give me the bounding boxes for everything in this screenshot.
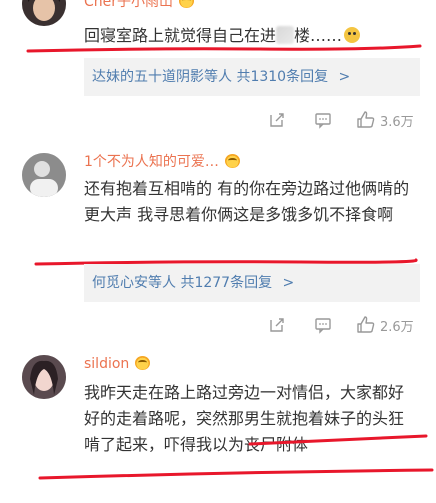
- avatar[interactable]: [22, 355, 66, 399]
- comment-actions: 2.6万: [84, 314, 424, 336]
- comment-text-part: 回寝室路上就觉得自己在进: [84, 26, 277, 45]
- share-icon: [270, 113, 284, 127]
- blurred-character: [276, 26, 295, 44]
- vip-crown-icon: [179, 0, 195, 8]
- comment-icon: [315, 113, 331, 129]
- red-underline-annotation: [38, 468, 434, 480]
- emoji-icon: [344, 27, 361, 43]
- like-count: 3.6万: [380, 114, 414, 130]
- username-text[interactable]: Cher子小雨山: [84, 0, 173, 10]
- comment-text-part: 楼……: [294, 26, 343, 45]
- share-button[interactable]: [268, 109, 286, 131]
- avatar[interactable]: [22, 153, 66, 197]
- share-icon: [270, 318, 284, 332]
- comment-actions: 3.6万: [84, 109, 424, 131]
- avatar-image-icon: [22, 355, 66, 399]
- username[interactable]: 1个不为人知的可爱…: [84, 151, 240, 171]
- username-text[interactable]: sildion: [84, 356, 129, 372]
- vip-crown-icon: [135, 356, 151, 370]
- replies-users[interactable]: 何觅心安等人: [92, 275, 176, 291]
- comment-button[interactable]: [314, 109, 332, 131]
- avatar-image-icon: [22, 0, 66, 26]
- username[interactable]: sildion: [84, 356, 151, 372]
- comment-text: 我昨天走在路上路过旁边一对情侣，大家都好好的走着路呢，突然那男生就抱着妹子的头狂…: [84, 383, 405, 454]
- replies-count[interactable]: 共1277条回复: [180, 275, 272, 291]
- replies-link[interactable]: 达妹的五十道阴影等人 共1310条回复 >: [84, 58, 420, 96]
- comment-text: 回寝室路上就觉得自己在进 楼……: [84, 23, 414, 49]
- like-button[interactable]: 2.6万: [356, 314, 414, 336]
- thumbs-up-icon: [357, 111, 375, 128]
- comment-icon: [315, 318, 331, 334]
- like-button[interactable]: 3.6万: [356, 109, 414, 131]
- comment-text: 还有抱着互相啃的 有的你在旁边路过他俩啃的更大声 我寻思着你俩这是多饿多饥不择食…: [84, 179, 410, 224]
- avatar[interactable]: [22, 0, 66, 26]
- thumbs-up-icon: [357, 316, 375, 333]
- chevron-right-icon: >: [338, 69, 351, 85]
- replies-count[interactable]: 共1310条回复: [236, 69, 328, 85]
- avatar-image-icon: [22, 153, 66, 197]
- username-text[interactable]: 1个不为人知的可爱…: [84, 154, 219, 170]
- share-button[interactable]: [268, 314, 286, 336]
- username[interactable]: Cher子小雨山: [84, 0, 195, 11]
- vip-crown-icon: [224, 154, 240, 168]
- comment-button[interactable]: [314, 314, 332, 336]
- replies-users[interactable]: 达妹的五十道阴影等人: [92, 69, 232, 85]
- replies-link[interactable]: 何觅心安等人 共1277条回复 >: [84, 264, 420, 302]
- chevron-right-icon: >: [282, 275, 295, 291]
- like-count: 2.6万: [380, 319, 414, 335]
